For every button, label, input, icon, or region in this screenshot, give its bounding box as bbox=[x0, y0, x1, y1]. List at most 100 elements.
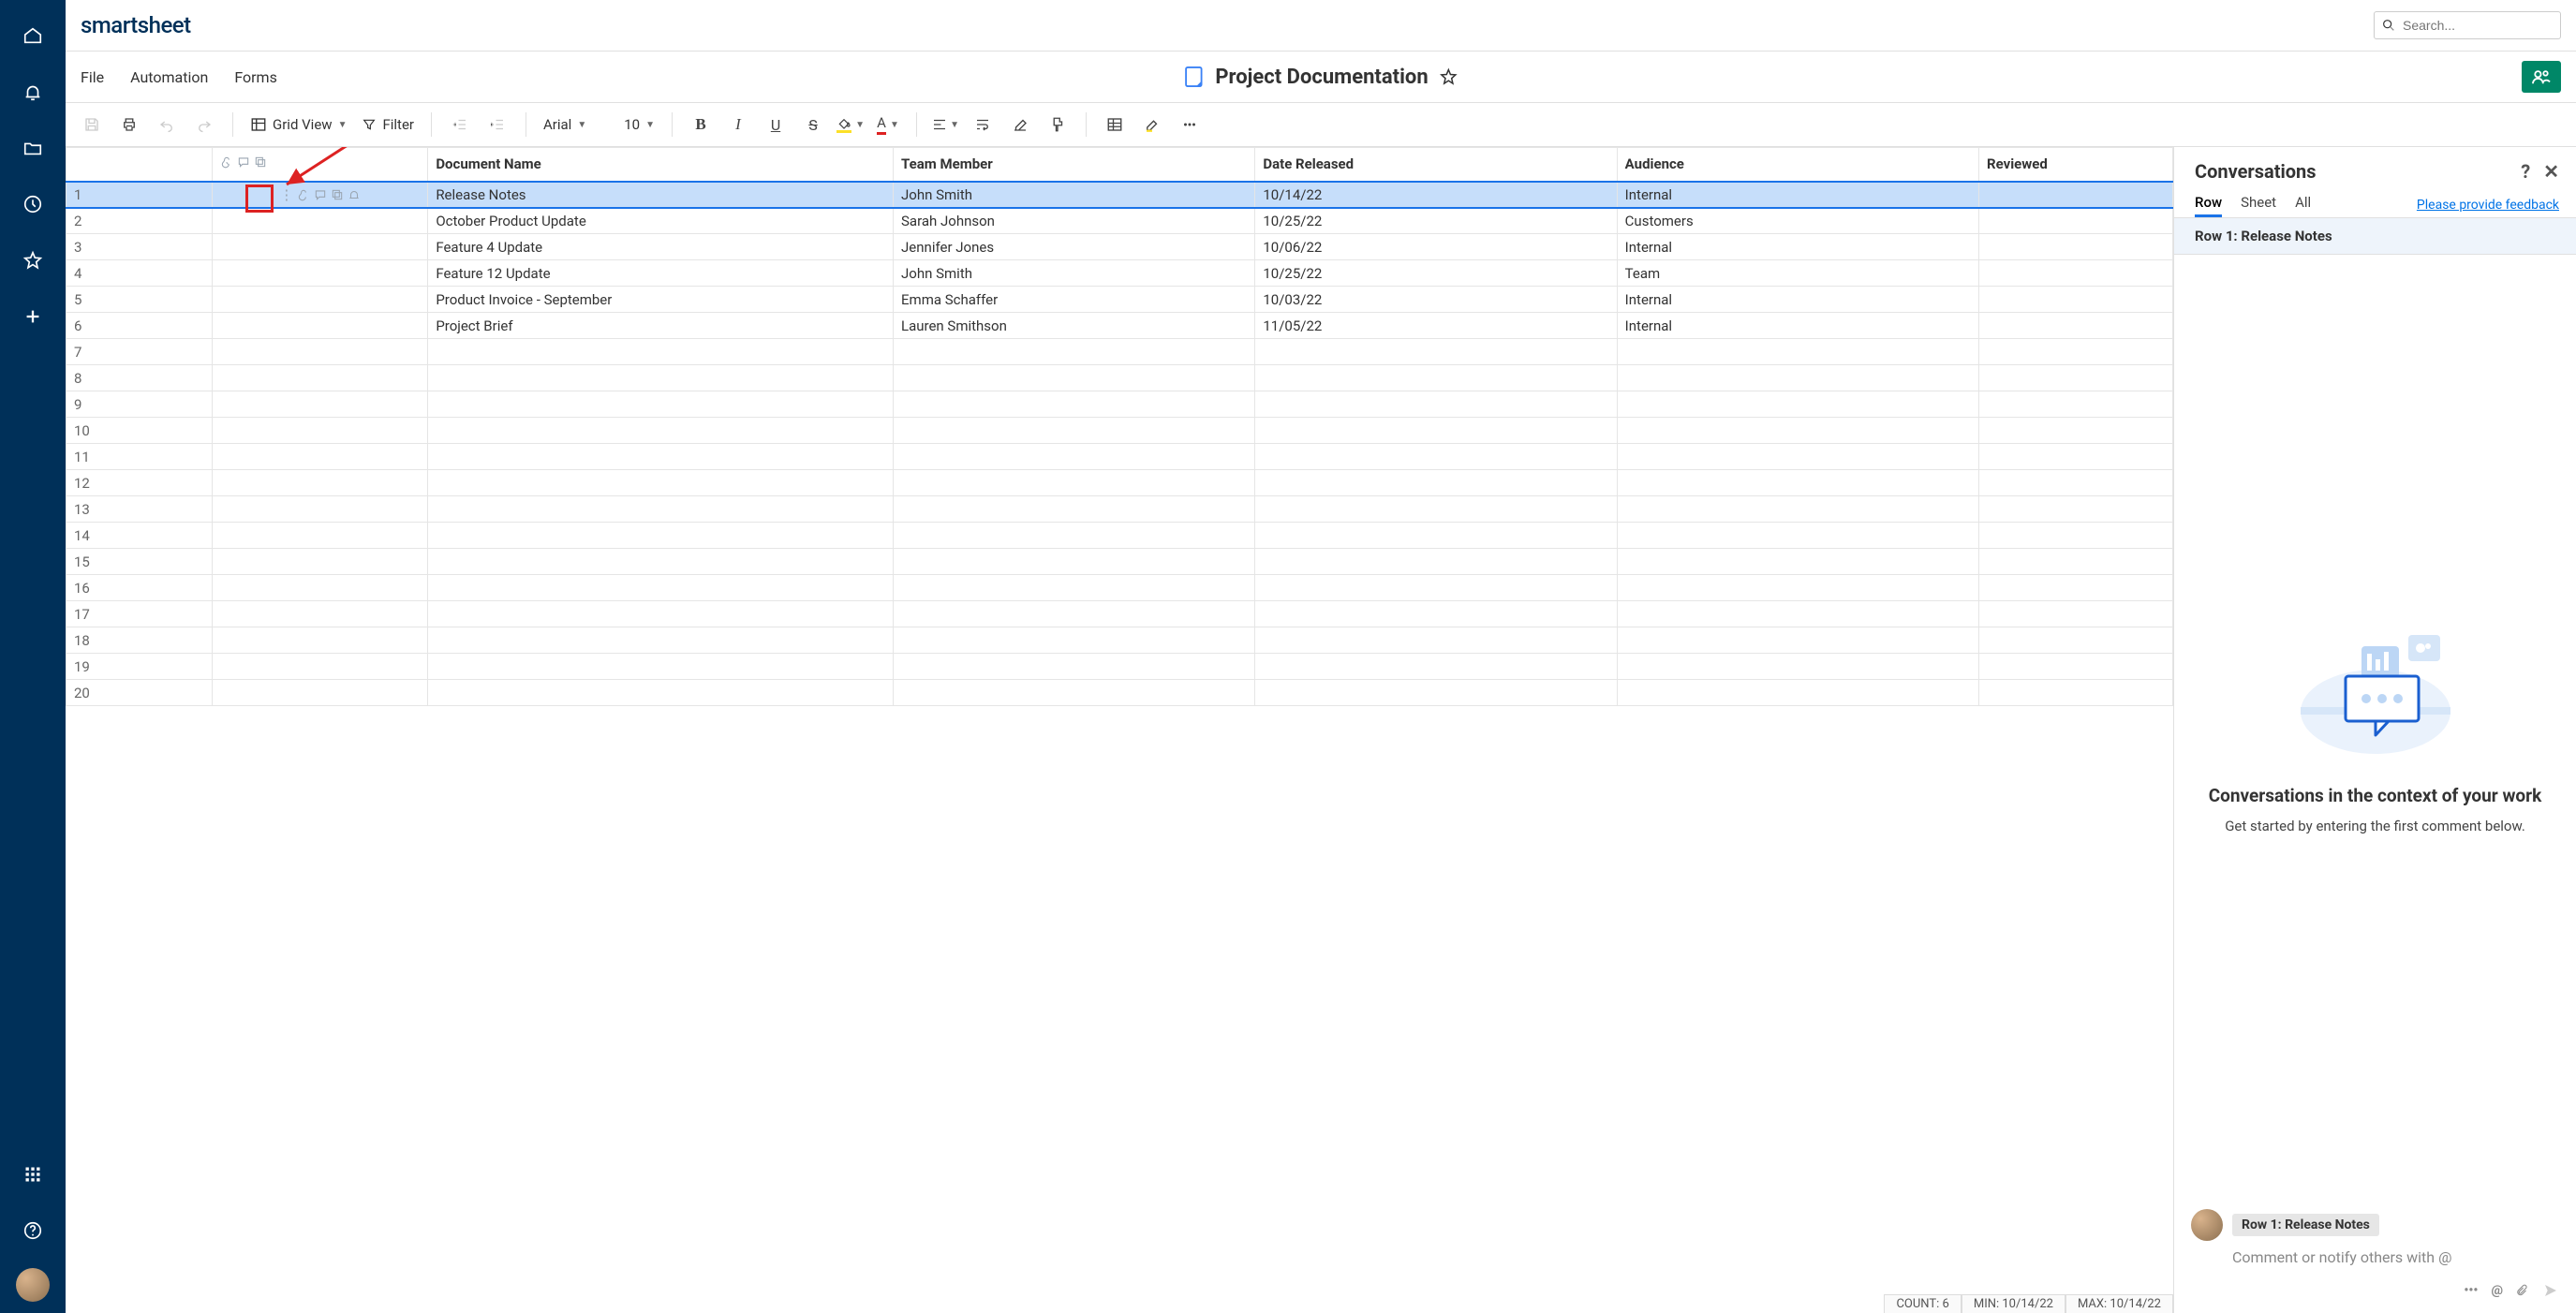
bold-icon[interactable]: B bbox=[684, 108, 718, 141]
cell[interactable]: Team bbox=[1617, 260, 1978, 287]
row-number[interactable]: 10 bbox=[67, 418, 213, 444]
table-row[interactable]: 3 Feature 4 Update Jennifer Jones 10/06/… bbox=[67, 234, 2173, 260]
table-row[interactable]: 12 bbox=[67, 470, 2173, 496]
cell[interactable]: Lauren Smithson bbox=[894, 313, 1255, 339]
row-number[interactable]: 12 bbox=[67, 470, 213, 496]
menu-automation[interactable]: Automation bbox=[130, 68, 208, 86]
comment-more-icon[interactable]: ••• bbox=[2464, 1283, 2478, 1298]
favorite-star-icon[interactable] bbox=[1440, 67, 1458, 86]
cell[interactable]: Emma Schaffer bbox=[894, 287, 1255, 313]
cell[interactable]: Release Notes bbox=[428, 182, 894, 208]
folder-icon[interactable] bbox=[14, 129, 52, 167]
redo-icon[interactable] bbox=[187, 108, 221, 141]
attach-icon[interactable] bbox=[2516, 1283, 2529, 1298]
cell[interactable]: Internal bbox=[1617, 287, 1978, 313]
format-painter-icon[interactable] bbox=[1041, 108, 1074, 141]
table-row[interactable]: 7 bbox=[67, 339, 2173, 365]
tab-row[interactable]: Row bbox=[2195, 194, 2222, 216]
row-number[interactable]: 5 bbox=[67, 287, 213, 313]
col-header[interactable]: Date Released bbox=[1255, 148, 1617, 182]
feedback-link[interactable]: Please provide feedback bbox=[2417, 198, 2559, 213]
apps-icon[interactable] bbox=[14, 1156, 52, 1193]
table-row[interactable]: 17 bbox=[67, 601, 2173, 627]
table-row[interactable]: 13 bbox=[67, 496, 2173, 523]
cell[interactable]: 10/03/22 bbox=[1255, 287, 1617, 313]
table-row[interactable]: 6 Project Brief Lauren Smithson 11/05/22… bbox=[67, 313, 2173, 339]
table-row[interactable]: 2 October Product Update Sarah Johnson 1… bbox=[67, 208, 2173, 234]
indent-icon[interactable] bbox=[481, 108, 514, 141]
cell[interactable]: 10/25/22 bbox=[1255, 208, 1617, 234]
cell[interactable] bbox=[1979, 313, 2173, 339]
print-icon[interactable] bbox=[112, 108, 146, 141]
cell[interactable]: Jennifer Jones bbox=[894, 234, 1255, 260]
table-row[interactable]: 15 bbox=[67, 549, 2173, 575]
cell[interactable] bbox=[1979, 287, 2173, 313]
table-row[interactable]: 20 bbox=[67, 680, 2173, 706]
row-number[interactable]: 4 bbox=[67, 260, 213, 287]
cell[interactable]: 10/14/22 bbox=[1255, 182, 1617, 208]
menu-file[interactable]: File bbox=[81, 68, 104, 86]
underline-icon[interactable]: U bbox=[759, 108, 792, 141]
fill-color-icon[interactable]: ▼ bbox=[834, 108, 867, 141]
table-row[interactable]: 9 bbox=[67, 391, 2173, 418]
row-number[interactable]: 19 bbox=[67, 654, 213, 680]
cell[interactable]: Feature 12 Update bbox=[428, 260, 894, 287]
mention-icon[interactable]: @ bbox=[2491, 1283, 2503, 1298]
table-row[interactable]: 10 bbox=[67, 418, 2173, 444]
col-header[interactable]: Audience bbox=[1617, 148, 1978, 182]
recents-icon[interactable] bbox=[14, 185, 52, 223]
table-row[interactable]: 18 bbox=[67, 627, 2173, 654]
row-number[interactable]: 18 bbox=[67, 627, 213, 654]
cell[interactable]: Internal bbox=[1617, 182, 1978, 208]
tab-all[interactable]: All bbox=[2295, 194, 2311, 216]
cell[interactable]: Customers bbox=[1617, 208, 1978, 234]
table-row[interactable]: 5 Product Invoice - September Emma Schaf… bbox=[67, 287, 2173, 313]
col-header[interactable]: Document Name bbox=[428, 148, 894, 182]
cell[interactable]: 10/06/22 bbox=[1255, 234, 1617, 260]
cell[interactable] bbox=[1979, 234, 2173, 260]
undo-icon[interactable] bbox=[150, 108, 184, 141]
row-number[interactable]: 20 bbox=[67, 680, 213, 706]
view-selector[interactable]: Grid View ▼ bbox=[244, 116, 352, 133]
help-icon[interactable] bbox=[14, 1212, 52, 1249]
italic-icon[interactable]: I bbox=[721, 108, 755, 141]
more-icon[interactable] bbox=[1173, 108, 1207, 141]
col-header[interactable]: Reviewed bbox=[1979, 148, 2173, 182]
cell[interactable]: 10/25/22 bbox=[1255, 260, 1617, 287]
cell[interactable]: John Smith bbox=[894, 182, 1255, 208]
cell[interactable]: October Product Update bbox=[428, 208, 894, 234]
table-row[interactable]: 8 bbox=[67, 365, 2173, 391]
cell[interactable]: Project Brief bbox=[428, 313, 894, 339]
add-icon[interactable] bbox=[14, 298, 52, 335]
help-icon[interactable]: ? bbox=[2521, 160, 2530, 183]
search-input[interactable] bbox=[2374, 11, 2561, 39]
cell[interactable]: Sarah Johnson bbox=[894, 208, 1255, 234]
row-number[interactable]: 14 bbox=[67, 523, 213, 549]
wrap-icon[interactable] bbox=[966, 108, 999, 141]
cell[interactable]: John Smith bbox=[894, 260, 1255, 287]
cell[interactable]: Feature 4 Update bbox=[428, 234, 894, 260]
cell[interactable]: Internal bbox=[1617, 313, 1978, 339]
cell[interactable] bbox=[1979, 182, 2173, 208]
table-row[interactable]: 16 bbox=[67, 575, 2173, 601]
cell[interactable]: Internal bbox=[1617, 234, 1978, 260]
font-color-icon[interactable]: A▼ bbox=[871, 108, 905, 141]
row-number[interactable]: 17 bbox=[67, 601, 213, 627]
home-icon[interactable] bbox=[14, 17, 52, 54]
conditional-format-icon[interactable] bbox=[1098, 108, 1132, 141]
row-number[interactable]: 8 bbox=[67, 365, 213, 391]
table-row[interactable]: 1 ⋮ Release Notes John Smith 10/14/22 In… bbox=[67, 182, 2173, 208]
user-avatar[interactable] bbox=[16, 1268, 50, 1302]
filter-button[interactable]: Filter bbox=[356, 116, 420, 133]
row-number[interactable]: 2 bbox=[67, 208, 213, 234]
table-row[interactable]: 14 bbox=[67, 523, 2173, 549]
share-button[interactable] bbox=[2522, 61, 2561, 93]
row-number[interactable]: 3 bbox=[67, 234, 213, 260]
col-header[interactable]: Team Member bbox=[894, 148, 1255, 182]
row-number[interactable]: 9 bbox=[67, 391, 213, 418]
favorites-icon[interactable] bbox=[14, 242, 52, 279]
row-number[interactable]: 1 bbox=[67, 182, 213, 208]
row-number[interactable]: 11 bbox=[67, 444, 213, 470]
table-row[interactable]: 19 bbox=[67, 654, 2173, 680]
highlight-icon[interactable] bbox=[1135, 108, 1169, 141]
